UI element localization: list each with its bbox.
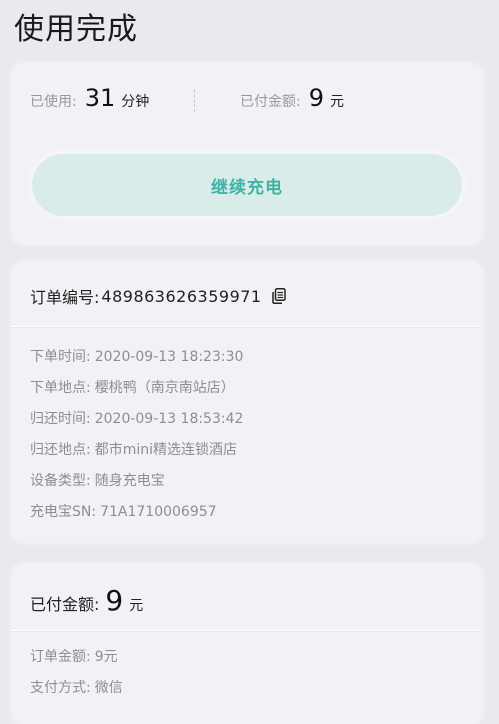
detail-value: 2020-09-13 18:23:30 bbox=[94, 349, 244, 365]
order-number-label: 订单编号: bbox=[30, 288, 100, 307]
used-time-value: 31 bbox=[84, 84, 116, 112]
payment-amount-unit: 元 bbox=[129, 598, 144, 614]
payment-details: 订单金额: 9元 支付方式: 微信 bbox=[30, 646, 123, 708]
detail-row-order-location: 下单地点: 樱桃鸭（南京南站店） bbox=[30, 377, 243, 408]
detail-label: 归还时间: bbox=[30, 411, 91, 427]
detail-value: 随身充电宝 bbox=[94, 473, 165, 489]
order-number-row: 订单编号: 489863626359971 bbox=[30, 284, 286, 308]
detail-row-payment-method: 支付方式: 微信 bbox=[30, 677, 123, 708]
detail-label: 支付方式: bbox=[30, 680, 91, 696]
paid-amount-unit: 元 bbox=[330, 94, 344, 110]
detail-label: 设备类型: bbox=[30, 473, 91, 489]
detail-row-order-time: 下单时间: 2020-09-13 18:23:30 bbox=[30, 346, 243, 377]
detail-row-return-time: 归还时间: 2020-09-13 18:53:42 bbox=[30, 408, 243, 439]
usage-card: 已使用: 31 分钟 已付金额: 9 元 继续充电 bbox=[12, 64, 482, 244]
order-details: 下单时间: 2020-09-13 18:23:30 下单地点: 樱桃鸭（南京南站… bbox=[30, 346, 243, 532]
payment-amount-row: 已付金额: 9 元 bbox=[30, 584, 143, 617]
used-time: 已使用: 31 分钟 bbox=[30, 84, 149, 112]
order-divider bbox=[12, 326, 482, 327]
detail-row-device-type: 设备类型: 随身充电宝 bbox=[30, 470, 243, 501]
used-time-unit: 分钟 bbox=[121, 94, 150, 110]
detail-value: 2020-09-13 18:53:42 bbox=[94, 411, 244, 427]
payment-divider bbox=[12, 630, 482, 631]
summary-divider bbox=[194, 90, 195, 112]
used-time-label: 已使用: bbox=[30, 94, 77, 110]
order-number-value: 489863626359971 bbox=[101, 286, 262, 306]
detail-label: 归还地点: bbox=[30, 442, 91, 458]
page-title: 使用完成 bbox=[14, 12, 138, 47]
detail-label: 下单时间: bbox=[30, 349, 91, 365]
paid-amount-label: 已付金额: bbox=[240, 94, 301, 110]
detail-row-return-location: 归还地点: 都市mini精选连锁酒店 bbox=[30, 439, 243, 470]
order-card: 订单编号: 489863626359971 下单时间: 2020-09-13 1… bbox=[12, 262, 482, 542]
paid-amount: 已付金额: 9 元 bbox=[240, 84, 344, 112]
detail-value: 微信 bbox=[94, 680, 123, 696]
usage-summary: 已使用: 31 分钟 已付金额: 9 元 bbox=[12, 84, 482, 120]
copy-icon[interactable] bbox=[271, 288, 286, 304]
detail-value: 71A1710006957 bbox=[100, 504, 217, 520]
detail-label: 订单金额: bbox=[30, 649, 91, 665]
detail-label: 下单地点: bbox=[30, 380, 91, 396]
paid-amount-value: 9 bbox=[308, 84, 324, 112]
payment-amount-label: 已付金额: bbox=[30, 595, 100, 614]
continue-charging-button[interactable]: 继续充电 bbox=[32, 154, 462, 216]
payment-card: 已付金额: 9 元 订单金额: 9元 支付方式: 微信 bbox=[12, 564, 482, 724]
detail-value: 9元 bbox=[94, 649, 118, 665]
detail-row-order-amount: 订单金额: 9元 bbox=[30, 646, 123, 677]
detail-value: 樱桃鸭（南京南站店） bbox=[94, 380, 235, 396]
payment-amount-value: 9 bbox=[105, 584, 124, 617]
detail-label: 充电宝SN: bbox=[30, 504, 97, 520]
detail-row-powerbank-sn: 充电宝SN: 71A1710006957 bbox=[30, 501, 243, 532]
detail-value: 都市mini精选连锁酒店 bbox=[94, 442, 238, 458]
